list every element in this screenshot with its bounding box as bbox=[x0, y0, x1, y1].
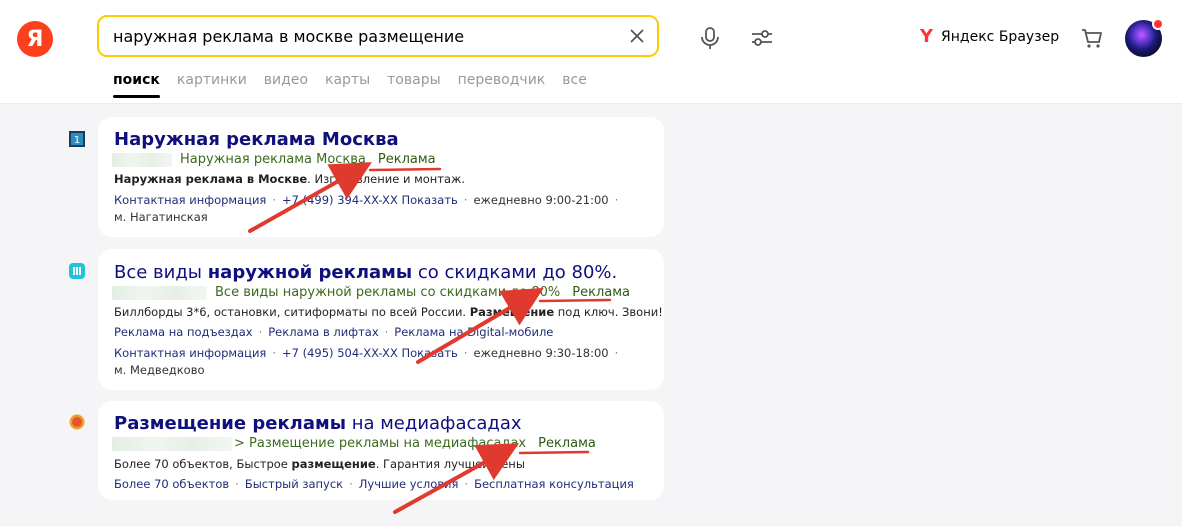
hours: ежедневно 9:30-18:00 bbox=[473, 346, 609, 360]
result-2-description: Биллборды 3*6, остановки, ситиформаты по… bbox=[114, 305, 663, 319]
result-3-url[interactable]: > Размещение рекламы на медиафасадах Рек… bbox=[112, 436, 596, 451]
tab-video[interactable]: видео bbox=[264, 72, 308, 88]
ad-label: Реклама bbox=[572, 285, 631, 300]
result-card-2: Все виды наружной рекламы со скидками до… bbox=[98, 249, 664, 390]
tab-images[interactable]: картинки bbox=[177, 72, 247, 88]
header: Я Y Яндекс Браузер поиск картинки видео … bbox=[0, 0, 1182, 104]
phone-link[interactable]: +7 (499) 394-XX-XX Показать bbox=[282, 193, 458, 207]
contact-info-link[interactable]: Контактная информация bbox=[114, 193, 266, 207]
tab-products[interactable]: товары bbox=[387, 72, 441, 88]
result-3-title[interactable]: Размещение рекламы на медиафасадах bbox=[114, 413, 522, 434]
filters-icon[interactable] bbox=[750, 26, 774, 50]
sitelink[interactable]: Быстрый запуск bbox=[245, 477, 343, 491]
sitelink[interactable]: Более 70 объектов bbox=[114, 477, 229, 491]
result-1-meta: Контактная информация · +7 (499) 394-XX-XX… bbox=[114, 193, 619, 207]
search-input[interactable] bbox=[113, 25, 613, 47]
result-3-description: Более 70 объектов, Быстрое размещение. Г… bbox=[114, 457, 525, 471]
blurred-domain bbox=[112, 436, 232, 451]
metro-station: м. Медведково bbox=[114, 363, 205, 377]
yandex-logo-text: Я bbox=[26, 26, 44, 52]
blurred-domain bbox=[112, 285, 207, 300]
sitelink[interactable]: Реклама на Digital-мобиле bbox=[394, 325, 553, 339]
result-2-favicon bbox=[69, 263, 85, 279]
result-card-3: Размещение рекламы на медиафасадах > Раз… bbox=[98, 401, 664, 500]
result-1-url-text: Наружная реклама Москва bbox=[180, 152, 366, 167]
result-card-1: Наружная реклама Москва Наружная реклама… bbox=[98, 117, 664, 237]
blurred-domain bbox=[112, 152, 172, 167]
search-box[interactable] bbox=[97, 15, 659, 57]
result-1-title[interactable]: Наружная реклама Москва bbox=[114, 129, 399, 150]
ad-label: Реклама bbox=[538, 436, 596, 451]
result-3-sitelinks: Более 70 объектов · Быстрый запуск · Лучшие … bbox=[114, 477, 634, 491]
tab-search[interactable]: поиск bbox=[113, 72, 160, 98]
result-1-url[interactable]: Наружная реклама Москва Реклама bbox=[112, 152, 436, 167]
sitelink[interactable]: Бесплатная консультация bbox=[474, 477, 634, 491]
yandex-browser-link[interactable]: Y Яндекс Браузер bbox=[920, 28, 1059, 46]
result-2-url-text: Все виды наружной рекламы со скидками до… bbox=[215, 285, 561, 300]
metro-station: м. Нагатинская bbox=[114, 210, 208, 224]
yandex-browser-icon: Y bbox=[920, 26, 934, 47]
result-3-url-text: > Размещение рекламы на медиафасадах bbox=[234, 436, 527, 451]
result-2-url[interactable]: Все виды наружной рекламы со скидками до… bbox=[112, 285, 630, 300]
cart-icon[interactable] bbox=[1080, 26, 1104, 50]
result-2-meta: Контактная информация · +7 (495) 504-XX-XX… bbox=[114, 346, 619, 360]
yandex-browser-label: Яндекс Браузер bbox=[941, 29, 1060, 45]
ad-label: Реклама bbox=[377, 152, 436, 167]
tab-translator[interactable]: переводчик bbox=[458, 72, 546, 88]
contact-info-link[interactable]: Контактная информация bbox=[114, 346, 266, 360]
result-2-sitelinks: Реклама на подъездах · Реклама в лифтах · Ре… bbox=[114, 325, 554, 339]
result-1-favicon: 1 bbox=[69, 131, 85, 147]
search-tabs: поиск картинки видео карты товары перево… bbox=[113, 72, 587, 98]
hours: ежедневно 9:00-21:00 bbox=[473, 193, 609, 207]
svg-text:1: 1 bbox=[74, 135, 80, 146]
sitelink[interactable]: Лучшие условия bbox=[359, 477, 459, 491]
sitelink[interactable]: Реклама на подъездах bbox=[114, 325, 253, 339]
result-1-description: Наружная реклама в Москве. Изготовление … bbox=[114, 172, 466, 186]
sitelink[interactable]: Реклама в лифтах bbox=[268, 325, 378, 339]
notification-dot bbox=[1152, 18, 1164, 30]
result-3-favicon bbox=[69, 414, 85, 430]
tab-all[interactable]: все bbox=[562, 72, 587, 88]
yandex-logo[interactable]: Я bbox=[17, 21, 53, 57]
result-2-title[interactable]: Все виды наружной рекламы со скидками до… bbox=[114, 262, 617, 283]
clear-icon[interactable] bbox=[627, 26, 647, 46]
phone-link[interactable]: +7 (495) 504-XX-XX Показать bbox=[282, 346, 458, 360]
microphone-icon[interactable] bbox=[698, 26, 722, 50]
tab-maps[interactable]: карты bbox=[325, 72, 370, 88]
